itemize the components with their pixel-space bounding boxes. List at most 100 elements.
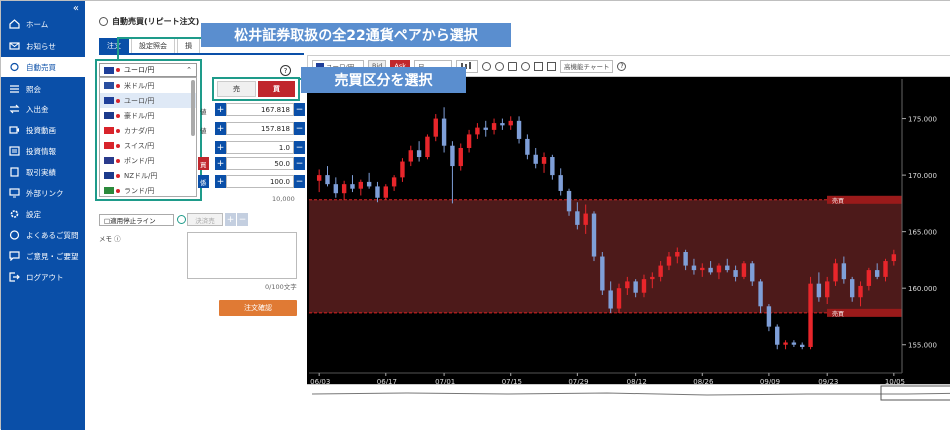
- amount-tag: 係: [198, 175, 209, 188]
- sidebar-item-label: ご意見・ご要望: [26, 251, 79, 261]
- buy-button[interactable]: 買: [258, 81, 295, 97]
- range-row: + 50.0 −: [215, 157, 305, 170]
- step-plus-button[interactable]: +: [215, 141, 226, 154]
- amount-minus-button[interactable]: −: [294, 175, 305, 188]
- lower-plus-button[interactable]: +: [215, 122, 226, 135]
- memo-label: メモ ⓘ: [99, 235, 121, 243]
- chart-help-icon[interactable]: ?: [617, 61, 627, 71]
- upper-plus-button[interactable]: +: [215, 103, 226, 116]
- sidebar-item-3[interactable]: 照会: [1, 79, 85, 99]
- memo-textarea[interactable]: [187, 232, 297, 279]
- sidebar-item-8[interactable]: 外部リンク: [1, 183, 85, 203]
- trail-value-input[interactable]: 決済売: [187, 213, 223, 226]
- sidebar-item-label: ホーム: [26, 19, 49, 29]
- sidebar-item-10[interactable]: よくあるご質問: [1, 225, 85, 245]
- candle-body: [716, 265, 722, 273]
- price-chart[interactable]: 売買 売買 175.000 170.000 165.000 160.000 155.000 0…: [307, 55, 950, 400]
- upper-price-input[interactable]: 167.818: [226, 103, 294, 116]
- order-confirm-button[interactable]: 注文確認: [219, 300, 297, 316]
- step-row: + 1.0 −: [215, 141, 305, 154]
- callout-side-selection: 売買区分を選択: [301, 67, 466, 93]
- y-tick-label: 170.000: [908, 172, 937, 180]
- sidebar-item-11[interactable]: ご意見・ご要望: [1, 246, 85, 266]
- candle-body: [475, 127, 480, 135]
- lower-price-input[interactable]: 157.818: [226, 122, 294, 135]
- home-icon: [8, 19, 20, 29]
- candle-body: [641, 279, 647, 293]
- logout-icon: [8, 272, 20, 282]
- y-tick-label: 175.000: [908, 116, 937, 124]
- candle-body: [625, 281, 630, 289]
- trail-plus-button[interactable]: +: [225, 213, 236, 226]
- range-band: [309, 199, 902, 313]
- candle-body: [383, 186, 388, 198]
- sidebar-item-label: 設定: [26, 209, 41, 219]
- candle-body: [316, 175, 322, 181]
- reset-icon[interactable]: [521, 61, 531, 71]
- zoom-in-icon[interactable]: [482, 61, 492, 71]
- range-input[interactable]: 50.0: [226, 157, 294, 170]
- sidebar-item-6[interactable]: 投資情報: [1, 141, 85, 161]
- range-plus-button[interactable]: +: [215, 157, 226, 170]
- candle-body: [541, 157, 547, 164]
- candle-body: [833, 263, 838, 282]
- lower-minus-button[interactable]: −: [294, 122, 305, 135]
- upper-minus-button[interactable]: −: [294, 103, 305, 116]
- trail-stop-checkbox[interactable]: □適用停止ライン: [99, 214, 174, 226]
- sidebar-item-5[interactable]: 投資動画: [1, 120, 85, 140]
- tab-settings-inquiry[interactable]: 設定照会: [131, 38, 175, 53]
- candle-body: [650, 276, 655, 280]
- refresh-icon: [99, 17, 108, 26]
- question-icon: [8, 230, 20, 240]
- step-input[interactable]: 1.0: [226, 141, 294, 154]
- sidebar-item-4[interactable]: 入出金: [1, 99, 85, 119]
- trail-minus-button[interactable]: −: [237, 213, 248, 226]
- step-minus-button[interactable]: −: [294, 141, 305, 154]
- tab-order[interactable]: 注文: [99, 38, 129, 53]
- chart-scrollbar[interactable]: [307, 384, 950, 401]
- tab-bar: 注文 設定照会 損: [99, 38, 202, 53]
- pair-highlight-box: [95, 59, 202, 201]
- sidebar-item-label: 入出金: [26, 104, 49, 114]
- candle-body: [616, 288, 622, 309]
- advanced-chart-button[interactable]: 高機能チャート: [560, 59, 614, 73]
- book-icon: [8, 167, 20, 177]
- page-title-text: 自動売買(リピート注文): [112, 17, 200, 26]
- upper-price-row: + 167.818 −: [215, 103, 305, 116]
- amount-row: + 100.0 −: [215, 175, 305, 188]
- callout1-connector: [117, 37, 201, 39]
- draw-tool-icon[interactable]: [534, 61, 544, 71]
- candle-body: [825, 281, 830, 298]
- fit-icon[interactable]: [508, 61, 518, 71]
- zoom-out-icon[interactable]: [495, 61, 505, 71]
- candle-body: [508, 120, 513, 126]
- callout-pair-selection: 松井証券取扱の全22通貨ペアから選択: [201, 23, 511, 47]
- range-minus-button[interactable]: −: [294, 157, 305, 170]
- candle-body: [741, 263, 747, 277]
- help-icon[interactable]: ?: [280, 65, 291, 76]
- candle-body: [608, 290, 613, 309]
- trail-help-icon[interactable]: [177, 215, 186, 224]
- candle-body: [375, 186, 380, 198]
- candle-body: [866, 270, 872, 286]
- candle-body: [566, 190, 572, 212]
- indicator-icon[interactable]: [547, 61, 557, 71]
- navigator-svg: [311, 385, 950, 401]
- sidebar-item-2[interactable]: 自動売買: [1, 57, 85, 77]
- collapse-sidebar-icon[interactable]: «: [73, 3, 79, 14]
- amount-plus-button[interactable]: +: [215, 175, 226, 188]
- sell-button[interactable]: 売: [217, 81, 256, 97]
- candle-body: [816, 283, 822, 298]
- sidebar-item-0[interactable]: ホーム: [1, 14, 85, 34]
- sidebar-item-label: よくあるご質問: [26, 230, 79, 240]
- candle-body: [458, 147, 463, 167]
- sidebar-item-12[interactable]: ログアウト: [1, 267, 85, 287]
- amount-input[interactable]: 100.0: [226, 175, 294, 188]
- memo-char-count: 0/100文字: [265, 283, 297, 291]
- candle-body: [558, 175, 563, 191]
- mail-icon: [8, 41, 20, 51]
- sidebar-item-1[interactable]: お知らせ: [1, 36, 85, 56]
- tab-third[interactable]: 損: [177, 38, 200, 53]
- sidebar-item-7[interactable]: 取引実績: [1, 162, 85, 182]
- sidebar-item-9[interactable]: 設定: [1, 204, 85, 224]
